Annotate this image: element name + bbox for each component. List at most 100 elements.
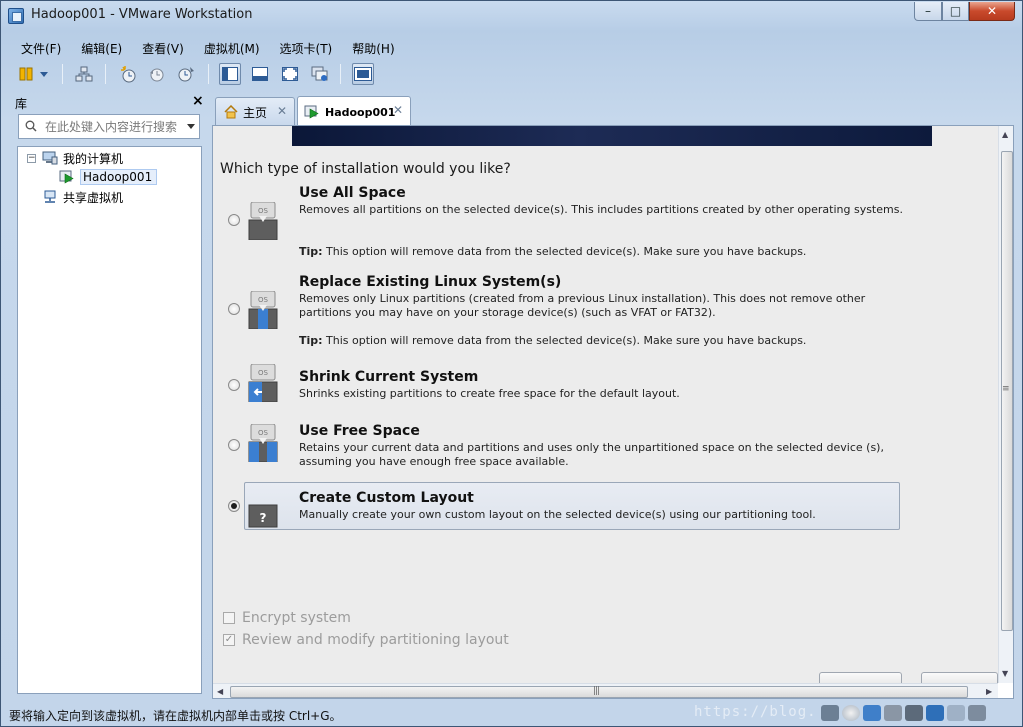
watermark-text: https://blog. <box>694 704 817 720</box>
tree-item-hadoop001[interactable]: Hadoop001 <box>59 168 158 186</box>
tab-home[interactable]: 主页 ✕ <box>215 97 295 126</box>
tree-label-hadoop001: Hadoop001 <box>80 169 158 185</box>
menu-view[interactable]: 查看(V) <box>130 37 192 59</box>
tab-hadoop001[interactable]: Hadoop001 ✕ <box>297 96 411 127</box>
network-adapter-icon[interactable] <box>863 705 881 721</box>
radio-custom-layout[interactable] <box>228 500 240 512</box>
horizontal-scrollbar[interactable]: ◀ ||| ▶ <box>213 683 998 698</box>
option-tip: Tip: This option will remove data from t… <box>299 245 806 258</box>
installer-screen[interactable]: Which type of installation would you lik… <box>213 126 998 686</box>
tip-text: This option will remove data from the se… <box>326 245 807 258</box>
usb-icon[interactable] <box>884 705 902 721</box>
cd-icon[interactable] <box>842 705 860 721</box>
home-icon <box>224 105 238 119</box>
minimize-button[interactable]: – <box>914 2 942 21</box>
encrypt-checkbox-box[interactable] <box>223 612 235 624</box>
review-layout-checkbox[interactable]: ✓ Review and modify partitioning layout <box>223 632 509 648</box>
library-header: 库 × <box>9 92 209 112</box>
tab-home-close-icon[interactable]: ✕ <box>277 104 287 118</box>
toolbar-separator <box>105 64 106 84</box>
library-search[interactable] <box>18 114 200 139</box>
sound-icon[interactable] <box>926 705 944 721</box>
display-icon[interactable] <box>947 705 965 721</box>
network-icon[interactable] <box>73 63 95 85</box>
question-mark-glyph: ? <box>260 511 267 525</box>
vertical-scrollbar[interactable]: ▲ ≡ ▼ <box>998 126 1013 683</box>
option-description: Removes only Linux partitions (created f… <box>299 292 866 319</box>
menu-help[interactable]: 帮助(H) <box>340 37 402 59</box>
option-title: Replace Existing Linux System(s) <box>299 274 562 290</box>
pause-icon[interactable] <box>15 63 37 85</box>
library-close-icon[interactable]: × <box>192 93 204 109</box>
revert-snapshot-icon[interactable] <box>146 63 168 85</box>
vmware-window: Hadoop001 - VMware Workstation – □ ✕ 文件(… <box>0 0 1023 727</box>
radio-use-all-space[interactable] <box>228 214 240 226</box>
option-description: Removes all partitions on the selected d… <box>299 203 903 216</box>
option-title: Use All Space <box>299 185 406 201</box>
search-input[interactable] <box>45 119 181 135</box>
os-label: OS <box>258 429 269 437</box>
menu-file[interactable]: 文件(F) <box>9 37 69 59</box>
close-button[interactable]: ✕ <box>969 2 1015 21</box>
search-icon <box>25 120 37 132</box>
tree-label-shared-vms: 共享虚拟机 <box>63 190 124 205</box>
radio-shrink-current[interactable] <box>228 379 240 391</box>
encrypt-system-label: Encrypt system <box>242 610 351 626</box>
tab-hadoop001-close-icon[interactable]: ✕ <box>393 103 403 117</box>
horizontal-grip-icon: ||| <box>593 686 600 696</box>
toolbar-separator <box>62 64 63 84</box>
disk-replace-linux-icon: OS <box>248 291 278 329</box>
menu-bar: 文件(F) 编辑(E) 查看(V) 虚拟机(M) 选项卡(T) 帮助(H) <box>9 37 403 59</box>
menu-edit[interactable]: 编辑(E) <box>69 37 130 59</box>
message-icon[interactable] <box>968 705 986 721</box>
full-screen-icon[interactable] <box>279 63 301 85</box>
option-description: Shrinks existing partitions to create fr… <box>299 387 680 400</box>
tip-label: Tip: <box>299 334 323 347</box>
encrypt-system-checkbox[interactable]: Encrypt system <box>223 610 351 626</box>
hdd-icon[interactable] <box>821 705 839 721</box>
snapshot-manager-icon[interactable] <box>175 63 197 85</box>
option-title: Create Custom Layout <box>299 490 474 506</box>
snapshot-icon[interactable] <box>117 63 139 85</box>
installer-question: Which type of installation would you lik… <box>220 161 511 177</box>
custom-layout-icon: ? <box>248 504 278 528</box>
tree-item-shared-vms[interactable]: 共享虚拟机 <box>42 188 123 206</box>
review-checkbox-box[interactable]: ✓ <box>223 634 235 646</box>
os-label: OS <box>258 369 269 377</box>
option-tip: Tip: This option will remove data from t… <box>299 334 806 347</box>
show-thumbnail-icon[interactable] <box>249 63 271 85</box>
vm-console[interactable]: Which type of installation would you lik… <box>212 125 1014 699</box>
tip-text: This option will remove data from the se… <box>326 334 807 347</box>
maximize-button[interactable]: □ <box>942 2 969 21</box>
scroll-right-icon[interactable]: ▶ <box>986 687 992 696</box>
console-view-icon[interactable] <box>352 63 374 85</box>
scroll-down-icon[interactable]: ▼ <box>1002 669 1008 678</box>
status-bar: 要将输入定向到该虚拟机，请在虚拟机内部单击或按 Ctrl+G。 https://… <box>1 702 1022 726</box>
tab-bar: 主页 ✕ Hadoop001 ✕ <box>211 94 1014 127</box>
search-dropdown-icon[interactable] <box>187 124 195 129</box>
tab-home-label: 主页 <box>243 105 268 120</box>
power-dropdown-icon[interactable] <box>37 63 51 85</box>
tip-label: Tip: <box>299 245 323 258</box>
unity-icon[interactable] <box>309 63 331 85</box>
tree-collapse-icon[interactable]: − <box>27 153 36 163</box>
shared-vm-icon <box>42 190 58 204</box>
disk-all-space-icon: OS <box>248 202 278 240</box>
show-library-icon[interactable] <box>219 63 241 85</box>
title-bar[interactable]: Hadoop001 - VMware Workstation – □ ✕ <box>1 1 1022 31</box>
menu-tabs[interactable]: 选项卡(T) <box>268 37 341 59</box>
option-title: Use Free Space <box>299 423 420 439</box>
scroll-left-icon[interactable]: ◀ <box>217 687 223 696</box>
library-tree: − 我的计算机 Hadoop001 共享虚拟机 <box>17 146 202 694</box>
vm-running-icon <box>59 170 75 184</box>
review-layout-label: Review and modify partitioning layout <box>242 632 509 648</box>
radio-replace-linux[interactable] <box>228 303 240 315</box>
status-text: 要将输入定向到该虚拟机，请在虚拟机内部单击或按 Ctrl+G。 <box>9 709 342 723</box>
option-description: Manually create your own custom layout o… <box>299 508 816 521</box>
scroll-up-icon[interactable]: ▲ <box>1002 130 1008 139</box>
menu-vm[interactable]: 虚拟机(M) <box>192 37 268 59</box>
radio-use-free-space[interactable] <box>228 439 240 451</box>
printer-icon[interactable] <box>905 705 923 721</box>
tree-item-my-computer[interactable]: − 我的计算机 <box>27 149 123 167</box>
toolbar-separator <box>340 64 341 84</box>
